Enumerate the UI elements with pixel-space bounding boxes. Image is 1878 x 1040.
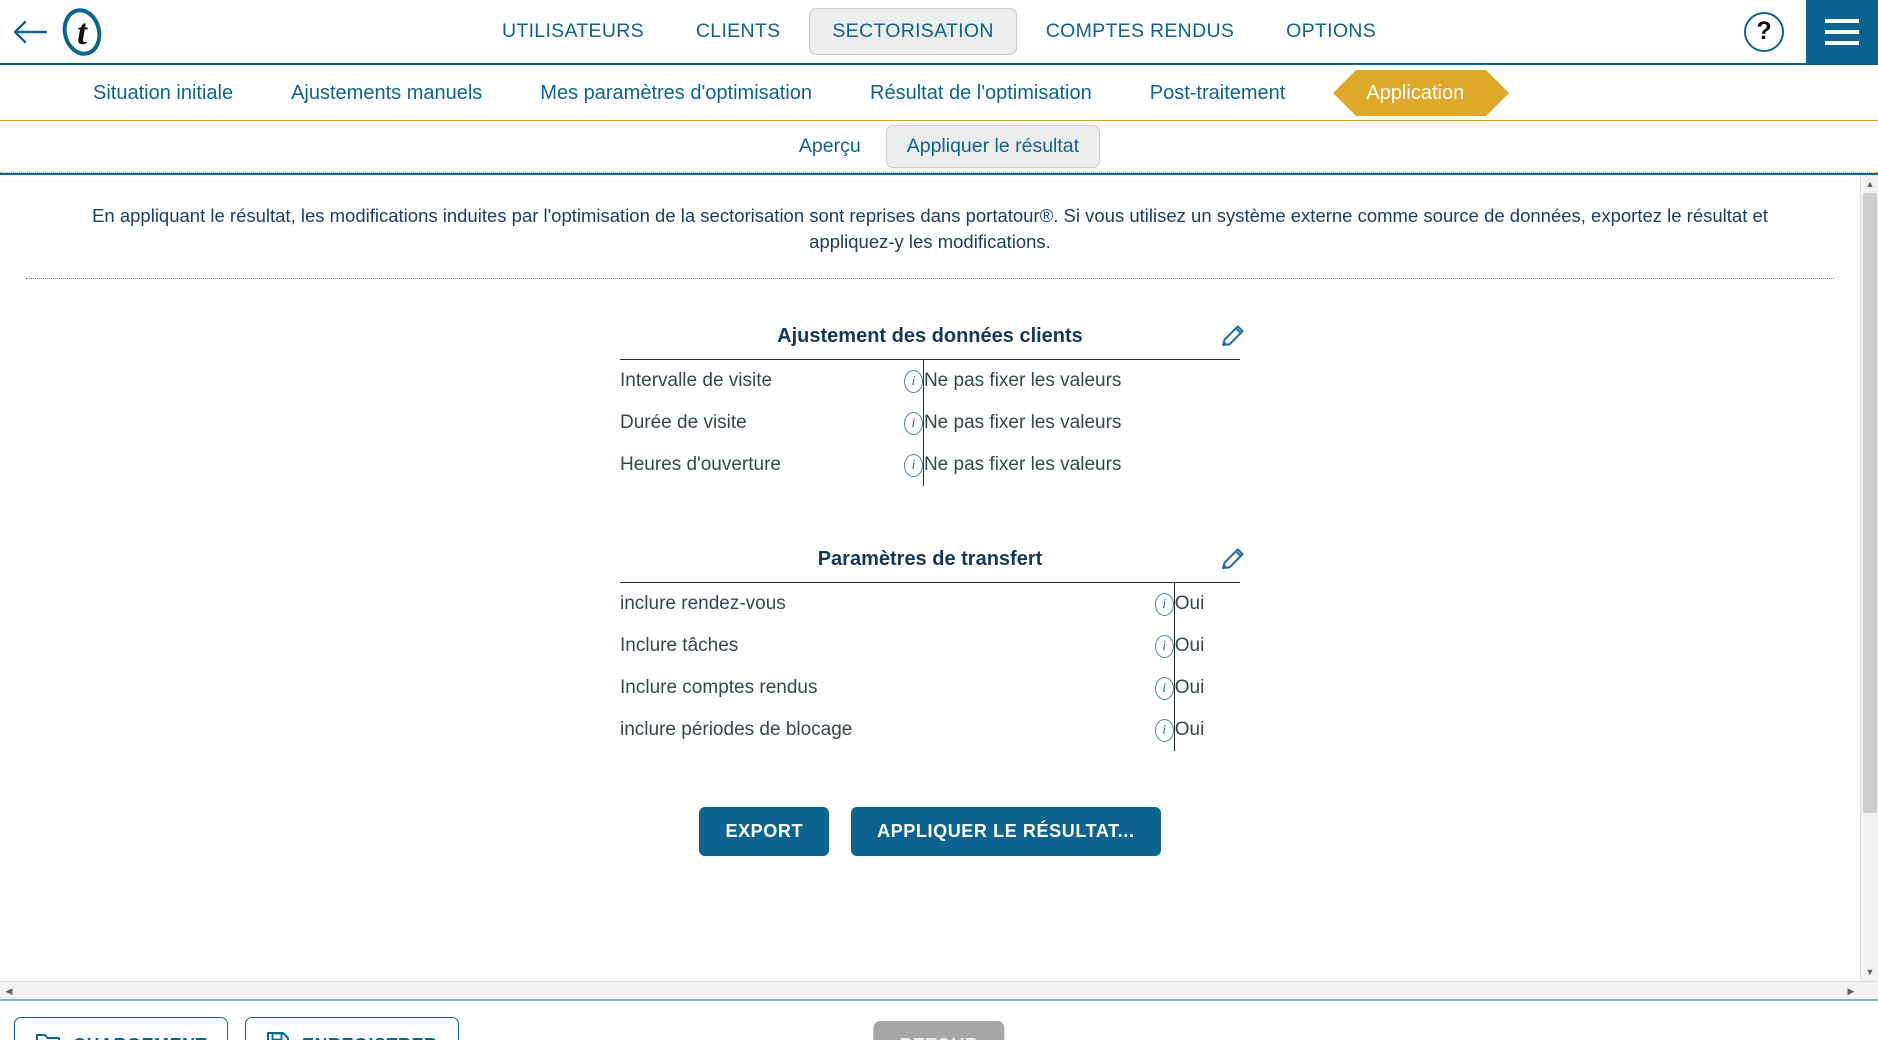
step-tab-application[interactable]: Application — [1333, 69, 1510, 116]
pencil-icon[interactable] — [1218, 321, 1248, 351]
table-row: Durée de visite i Ne pas fixer les valeu… — [620, 402, 1240, 445]
table-row: inclure périodes de blocage i Oui — [620, 709, 1240, 752]
hamburger-bar — [1825, 29, 1859, 34]
scroll-down-icon[interactable]: ▼ — [1861, 963, 1878, 981]
table-row: Inclure comptes rendus i Oui — [620, 667, 1240, 710]
row-label: Inclure tâches — [620, 635, 739, 657]
hamburger-bar — [1825, 40, 1859, 45]
floppy-disk-icon — [266, 1031, 290, 1040]
footer-left-buttons: CHARGEMENT ENREGISTRER — [14, 1016, 459, 1040]
section-header: Ajustement des données clients — [620, 319, 1244, 353]
sub-tabs: Aperçu Appliquer le résultat — [0, 121, 1878, 173]
row-label: inclure périodes de blocage — [620, 719, 853, 741]
portatour-logo[interactable]: t — [54, 4, 110, 60]
info-icon[interactable]: i — [903, 370, 923, 394]
top-bar: t UTILISATEURS CLIENTS SECTORISATION COM… — [0, 0, 1878, 65]
row-label: Heures d'ouverture — [620, 454, 781, 476]
row-value: Oui — [1174, 635, 1205, 657]
info-icon[interactable]: i — [1154, 635, 1174, 659]
row-label: Durée de visite — [620, 412, 747, 434]
footer-bar: CHARGEMENT ENREGISTRER RETOUR — [0, 999, 1878, 1040]
info-icon[interactable]: i — [1154, 719, 1174, 743]
hamburger-bar — [1825, 18, 1859, 23]
retour-button[interactable]: RETOUR — [873, 1020, 1005, 1040]
action-buttons: EXPORT APPLIQUER LE RÉSULTAT... — [26, 807, 1834, 857]
row-label: Inclure comptes rendus — [620, 677, 818, 699]
hamburger-menu-icon[interactable] — [1806, 0, 1878, 64]
nav-item-comptes-rendus[interactable]: COMPTES RENDUS — [1023, 8, 1257, 55]
nav-item-clients[interactable]: CLIENTS — [673, 8, 803, 55]
info-icon[interactable]: i — [903, 454, 923, 478]
row-value: Oui — [1174, 719, 1205, 741]
row-value: Ne pas fixer les valeurs — [923, 412, 1122, 434]
row-info-cell: i — [877, 444, 924, 487]
table-row: inclure rendez-vous i Oui — [620, 582, 1240, 626]
section-header: Paramètres de transfert — [620, 542, 1244, 576]
content-scroll-region: En appliquant le résultat, les modificat… — [0, 175, 1860, 981]
row-info-cell: i — [877, 359, 924, 403]
sub-tab-appliquer-le-resultat[interactable]: Appliquer le résultat — [885, 125, 1101, 168]
info-icon[interactable]: i — [1154, 593, 1174, 617]
step-tab-ajustements-manuels[interactable]: Ajustements manuels — [262, 65, 511, 121]
step-tab-post-traitement[interactable]: Post-traitement — [1121, 65, 1315, 121]
scroll-left-icon[interactable]: ◀ — [0, 982, 18, 999]
row-info-cell: i — [877, 402, 924, 445]
row-info-cell: i — [1128, 582, 1175, 626]
section-parametres-de-transfert: Paramètres de transfert inclure rendez-v… — [620, 542, 1244, 752]
top-bar-right: ? — [1744, 0, 1878, 64]
row-value: Oui — [1174, 593, 1205, 615]
content-area: En appliquant le résultat, les modificat… — [0, 173, 1878, 999]
kv-table: Intervalle de visite i Ne pas fixer les … — [620, 359, 1240, 487]
row-value: Ne pas fixer les valeurs — [923, 454, 1122, 476]
apply-result-button[interactable]: APPLIQUER LE RÉSULTAT... — [851, 807, 1161, 857]
info-icon[interactable]: i — [903, 412, 923, 436]
folder-icon — [35, 1032, 61, 1040]
vertical-scroll-thumb[interactable] — [1863, 193, 1877, 813]
nav-item-sectorisation[interactable]: SECTORISATION — [809, 8, 1017, 55]
scroll-right-icon[interactable]: ▶ — [1842, 982, 1860, 999]
enregistrer-button[interactable]: ENREGISTRER — [245, 1016, 459, 1040]
step-tabs: Situation initiale Ajustements manuels M… — [0, 65, 1878, 121]
section-title: Ajustement des données clients — [777, 324, 1083, 347]
step-tab-situation-initiale[interactable]: Situation initiale — [64, 65, 262, 121]
back-arrow-icon[interactable] — [0, 0, 60, 64]
help-icon[interactable]: ? — [1744, 11, 1784, 52]
section-divider — [26, 278, 1834, 280]
vertical-scrollbar[interactable]: ▲ ▼ — [1860, 175, 1878, 981]
table-row: Intervalle de visite i Ne pas fixer les … — [620, 359, 1240, 403]
step-tab-resultat-optimisation[interactable]: Résultat de l'optimisation — [841, 65, 1121, 121]
intro-text: En appliquant le résultat, les modificat… — [92, 205, 1768, 252]
section-title: Paramètres de transfert — [817, 547, 1043, 570]
pencil-icon[interactable] — [1218, 544, 1248, 574]
chargement-label: CHARGEMENT — [73, 1035, 207, 1040]
row-label: Intervalle de visite — [620, 370, 773, 392]
nav-item-utilisateurs[interactable]: UTILISATEURS — [479, 8, 667, 55]
info-icon[interactable]: i — [1154, 677, 1174, 701]
row-value: Ne pas fixer les valeurs — [923, 370, 1122, 392]
row-label: inclure rendez-vous — [620, 593, 786, 615]
enregistrer-label: ENREGISTRER — [302, 1035, 438, 1040]
row-info-cell: i — [1128, 709, 1175, 752]
section-ajustement-donnees-clients: Ajustement des données clients Intervall… — [620, 319, 1244, 487]
row-value: Oui — [1174, 677, 1205, 699]
chargement-button[interactable]: CHARGEMENT — [14, 1016, 228, 1040]
table-row: Heures d'ouverture i Ne pas fixer les va… — [620, 444, 1240, 487]
export-button[interactable]: EXPORT — [699, 807, 830, 857]
row-info-cell: i — [1128, 625, 1175, 668]
logo-letter: t — [77, 12, 88, 52]
kv-table: inclure rendez-vous i Oui Inclure tâches… — [620, 582, 1240, 752]
horizontal-scrollbar[interactable]: ◀ ▶ — [0, 981, 1878, 999]
table-row: Inclure tâches i Oui — [620, 625, 1240, 668]
sub-tab-apercu[interactable]: Aperçu — [778, 125, 882, 168]
step-tab-mes-parametres-optimisation[interactable]: Mes paramètres d'optimisation — [511, 65, 841, 121]
scroll-up-icon[interactable]: ▲ — [1861, 175, 1878, 193]
nav-item-options[interactable]: OPTIONS — [1263, 8, 1399, 55]
row-info-cell: i — [1128, 667, 1175, 710]
main-navigation: UTILISATEURS CLIENTS SECTORISATION COMPT… — [0, 8, 1878, 55]
